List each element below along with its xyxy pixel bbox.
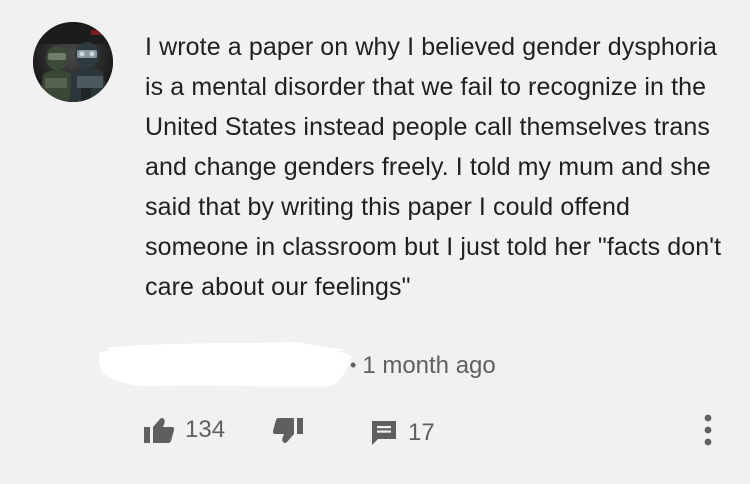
- comment-meta: • 1 month ago: [96, 340, 556, 390]
- thumbs-down-icon: [272, 418, 303, 443]
- more-options-button[interactable]: [703, 413, 713, 447]
- avatar-image: [33, 22, 113, 102]
- separator-dot: •: [350, 355, 357, 375]
- thumbs-up-icon: [144, 418, 175, 443]
- comment-text: I wrote a paper on why I believed gender…: [145, 33, 722, 301]
- author-name-redaction: [98, 342, 353, 387]
- like-count: 134: [185, 416, 226, 443]
- reply-count: 17: [408, 419, 435, 446]
- comment-card: I wrote a paper on why I believed gender…: [0, 0, 750, 484]
- comment-icon: [372, 421, 396, 445]
- dislike-button[interactable]: [272, 417, 304, 445]
- reply-button[interactable]: 17: [370, 418, 435, 448]
- comment-timestamp[interactable]: • 1 month ago: [350, 352, 496, 380]
- timestamp-text: 1 month ago: [362, 352, 496, 379]
- user-avatar[interactable]: [33, 22, 113, 102]
- like-button[interactable]: 134: [143, 415, 225, 445]
- comment-action-bar: 134 17: [0, 405, 750, 455]
- more-vertical-icon: [704, 414, 712, 446]
